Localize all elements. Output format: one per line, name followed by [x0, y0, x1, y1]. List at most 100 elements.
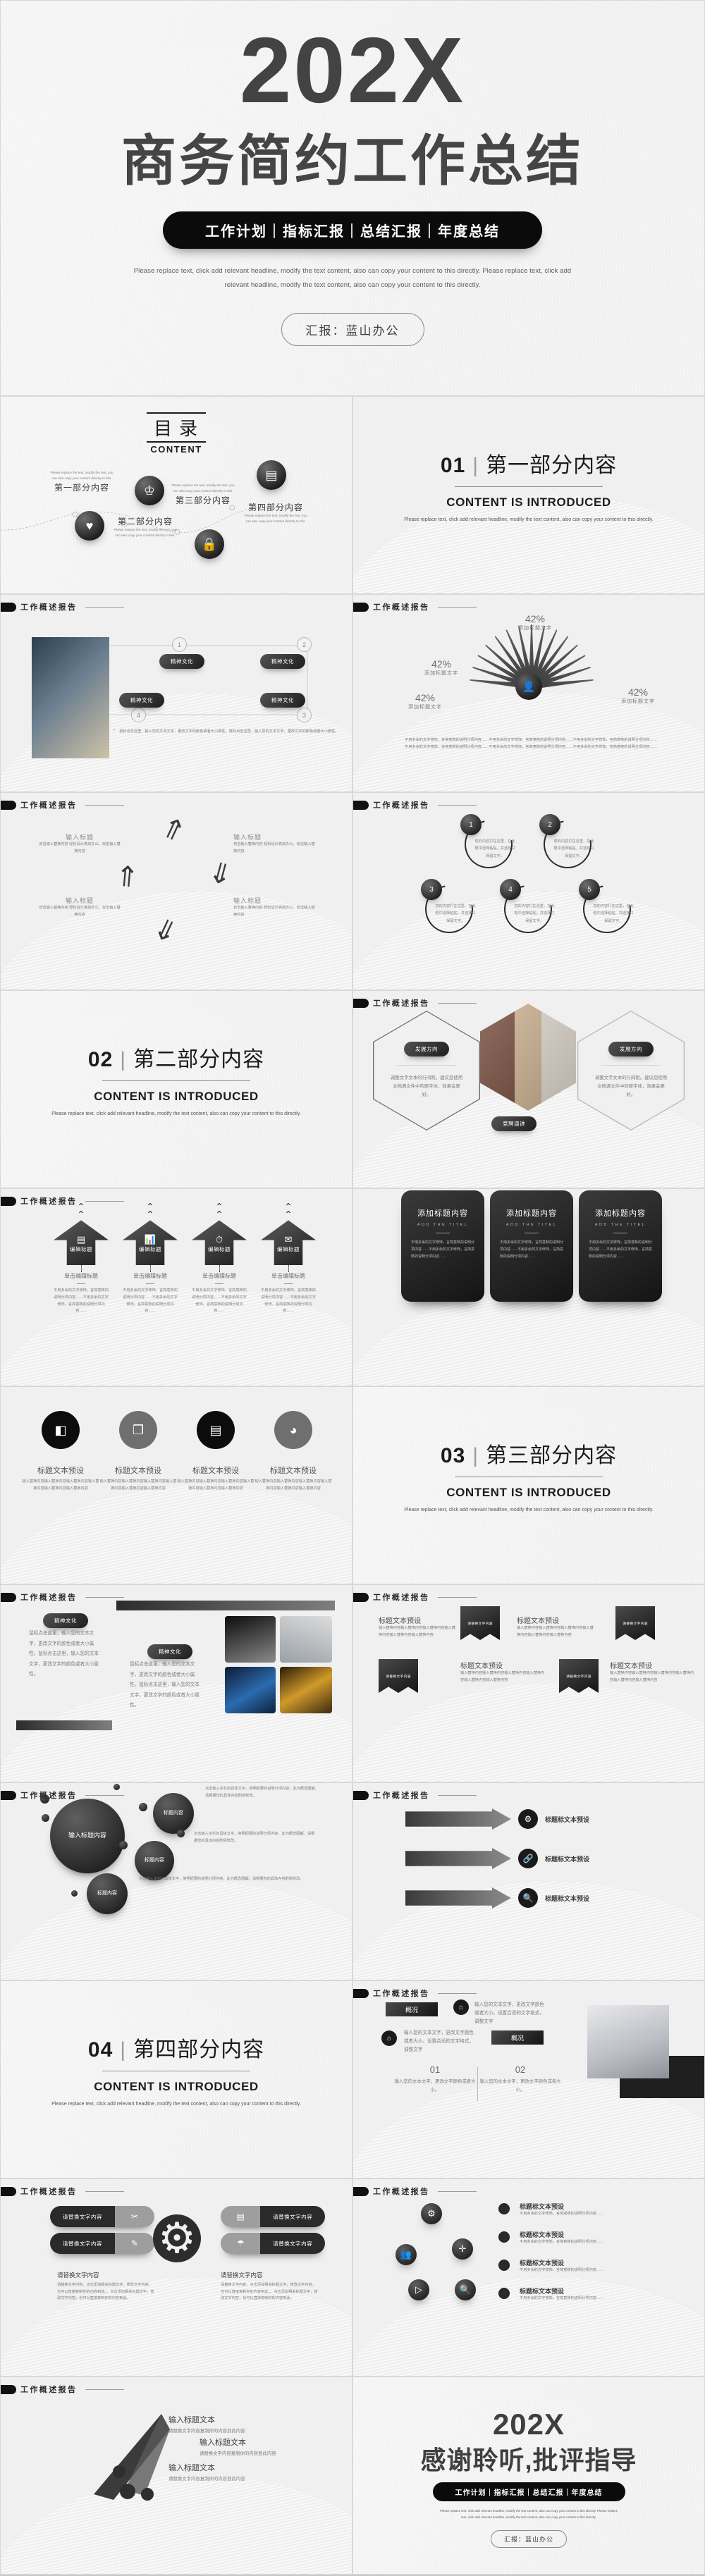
cycle-item-4[interactable]: 输入标题 双击输入替换内容 轻松设计高效办公。双击输入替换内容: [233, 896, 315, 918]
arrow-row-3[interactable]: 🔍 标题标文本预设: [405, 1887, 589, 1909]
feather-item-3[interactable]: 输入标题文本 请替换文字内容复制你的内容到此内容: [168, 2462, 302, 2484]
circle-item-title: 标题文本预设: [37, 1467, 84, 1475]
gear-pill-4[interactable]: 请替换文字内容 ☂: [221, 2233, 325, 2254]
arrow-row-2[interactable]: 🔗 标题标文本预设: [405, 1848, 589, 1869]
circle-item-title: 标题文本预设: [270, 1467, 317, 1475]
quadrant-pill-3[interactable]: 精神文化: [260, 693, 305, 708]
dark-card-3[interactable]: 添加标题内容 ADD THE TITEL 不用多余的文字修饰，言简意赅的说明分项…: [579, 1190, 662, 1302]
book-item-3[interactable]: 标题文本预设 输入替换内容输入替换内容输入替换内容输入替换内容输入替换内容输入替…: [460, 1660, 545, 1684]
book-item-2[interactable]: 标题文本预设 输入替换内容输入替换内容输入替换内容输入替换内容输入替换内容输入替…: [517, 1615, 596, 1639]
circle-item-desc: 输入替换内容输入替换内容输入替换内容输入替换内容输入替换内容输入替换内容: [99, 1479, 177, 1491]
cycle-item-desc: 双击输入替换内容 轻松设计高效办公。双击输入替换内容: [39, 906, 121, 917]
arrow-row-title: 标题标文本预设: [545, 1816, 590, 1823]
gallery-pill-right[interactable]: 精神文化: [147, 1644, 192, 1659]
arrow-shape: [405, 1808, 511, 1830]
up-arrow-desc: 不用多余的文字修饰，言简意赅的说明分项内容……不用多余的文字修饰，言简意赅的说明…: [54, 1288, 109, 1314]
circle-icon-item-3[interactable]: ▤ 标题文本预设 输入替换内容输入替换内容输入替换内容输入替换内容输入替换内容输…: [177, 1411, 255, 1492]
quadrant-pill-4[interactable]: 精神文化: [119, 693, 164, 708]
gear-block-title: 请替换文字内容: [221, 2272, 263, 2279]
overview-stat-desc: 输入您的文本文字，更改文字颜色或者大小。: [394, 2079, 476, 2093]
cycle-arrow-bottom-icon: ⇗: [149, 911, 183, 949]
dark-card-2[interactable]: 添加标题内容 ADD THE TITEL 不用多余的文字修饰，言简意赅的说明分项…: [490, 1190, 573, 1302]
gallery-bottom-bar: [16, 1720, 112, 1730]
book-item-4[interactable]: 标题文本预设 输入替换内容输入替换内容输入替换内容输入替换内容输入替换内容输入替…: [610, 1660, 694, 1684]
gear-pill-3[interactable]: 请替换文字内容 ✎: [50, 2233, 154, 2254]
dark-card-1[interactable]: 添加标题内容 ADD THE TITEL 不用多余的文字修饰，言简意赅的说明分项…: [401, 1190, 484, 1302]
thanks-title: 感谢聆听,批评指导: [420, 2445, 637, 2475]
card-desc: 不用多余的文字修饰，言简意赅的说明分项内容……不用多余的文字修饰，言简意赅的说明…: [589, 1240, 653, 1259]
overview-pill-b[interactable]: 概况: [491, 2030, 544, 2045]
people-icon: 👥: [396, 2244, 417, 2265]
feather-item-1[interactable]: 输入标题文本 请替换文字内容复制你的内容到此内容: [168, 2414, 302, 2436]
trophy-icon: ♔: [135, 476, 164, 505]
slide-network: 工作概述报告 ⚙ 👥 ✛ ▷ 🔍 标题标文本预设 不用多余的文字修饰，言简意赅的…: [352, 2178, 705, 2377]
book-desc: 输入替换内容输入替换内容输入替换内容输入替换内容输入替换内容输入替换内容: [610, 1671, 694, 1682]
hexagon-center-photo: 竞聘演讲: [480, 1004, 576, 1131]
card-title: 添加标题内容: [417, 1209, 468, 1218]
feather-title: 输入标题文本: [168, 2416, 215, 2424]
slide-header: 工作概述报告: [1, 1195, 342, 1207]
monitor-icon: ▤: [257, 460, 286, 490]
divider-subtitle: CONTENT IS INTRODUCED: [446, 1486, 611, 1499]
header-title: 工作概述报告: [20, 603, 78, 612]
bubble-main[interactable]: 输入标题内容: [50, 1799, 125, 1873]
desk-photo: [587, 2005, 669, 2078]
book-photo: [32, 637, 109, 758]
gallery-pill-left[interactable]: 精神文化: [43, 1613, 88, 1628]
up-arrow-item-3[interactable]: ⌃ ⌃ ⏱ 编辑标题 单击编辑标题 不用多余的文字修饰，言简意赅的说明分项内容………: [191, 1202, 247, 1315]
arrow-row-1[interactable]: ⚙ 标题标文本预设: [405, 1808, 589, 1830]
hexagon-center-pill[interactable]: 竞聘演讲: [491, 1116, 537, 1131]
up-arrow-sub: 单击编辑标题: [133, 1273, 167, 1280]
header-cap-icon: [1, 1790, 16, 1800]
network-item-3[interactable]: 标题标文本预设 不用多余的文字修饰，言简意赅的说明分项内容……: [520, 2258, 639, 2274]
up-arrow-item-2[interactable]: ⌃ ⌃ 📊 编辑标题 单击编辑标题 不用多余的文字修饰，言简意赅的说明分项内容………: [122, 1202, 178, 1315]
bubble-3[interactable]: 标题内容: [87, 1873, 128, 1914]
header-rule: [85, 2389, 125, 2390]
overview-pill-a[interactable]: 概况: [386, 2002, 438, 2016]
gear-pill-label: 请替换文字内容: [62, 2213, 102, 2220]
header-title: 工作概述报告: [373, 2188, 430, 2196]
divider-title: 第一部分内容: [486, 454, 618, 477]
header-title: 工作概述报告: [20, 1594, 78, 1602]
quadrant-pill-2[interactable]: 精神文化: [260, 654, 305, 669]
up-arrow-item-4[interactable]: ⌃ ⌃ ✉ 编辑标题 单击编辑标题 不用多余的文字修饰，言简意赅的说明分项内容………: [260, 1202, 317, 1315]
circle-icon-item-1[interactable]: ◧ 标题文本预设 输入替换内容输入替换内容输入替换内容输入替换内容输入替换内容输…: [22, 1411, 99, 1492]
hero-title: 商务简约工作总结: [121, 129, 584, 192]
hero-presenter: 汇报：蓝山办公: [281, 313, 424, 347]
hexagon-left-pill[interactable]: 发展方向: [404, 1042, 449, 1057]
slide-fan-chart: 工作概述报告 👤 42% 添加标题文字 42% 添加标题文字 42% 添加标题文…: [352, 594, 705, 792]
bubble-desc-1: 点击输入本栏的具体文字，简明扼要的说明分项内容，此为概念图解，请根据您的具体内容…: [205, 1787, 319, 1798]
catalog-item-2[interactable]: 第二部分内容 Please replace the text, modify t…: [106, 515, 184, 538]
cycle-item-1[interactable]: 输入标题 双击输入替换内容 轻松设计高效办公。双击输入替换内容: [39, 832, 121, 855]
hexagon-right-pill[interactable]: 发展方向: [608, 1042, 654, 1057]
network-item-title: 标题标文本预设: [520, 2203, 565, 2210]
catalog-item-1[interactable]: Please replace the text, modify the text…: [43, 470, 121, 493]
catalog-item-4[interactable]: 第四部分内容 Please replace the text, modify t…: [233, 501, 318, 524]
gear-pill-2[interactable]: 请替换文字内容 ▤: [221, 2206, 325, 2227]
catalog-item-3[interactable]: Please replace the text, modify the text…: [164, 483, 242, 506]
circle-icon-item-2[interactable]: ❐ 标题文本预设 输入替换内容输入替换内容输入替换内容输入替换内容输入替换内容输…: [99, 1411, 177, 1492]
cycle-item-3[interactable]: 输入标题 双击输入替换内容 轻松设计高效办公。双击输入替换内容: [39, 896, 121, 918]
book-item-1[interactable]: 标题文本预设 输入替换内容输入替换内容输入替换内容输入替换内容输入替换内容输入替…: [379, 1615, 458, 1639]
slide-row: ◧ 标题文本预设 输入替换内容输入替换内容输入替换内容输入替换内容输入替换内容输…: [0, 1386, 705, 1584]
circle-icon-item-4[interactable]: ◕ 标题文本预设 输入替换内容输入替换内容输入替换内容输入替换内容输入替换内容输…: [255, 1411, 332, 1492]
network-item-2[interactable]: 标题标文本预设 不用多余的文字修饰，言简意赅的说明分项内容……: [520, 2230, 639, 2246]
header-cap-icon: [1, 1592, 16, 1602]
network-item-desc: 不用多余的文字修饰，言简意赅的说明分项内容……: [520, 2212, 604, 2216]
circle-item-desc: 输入替换内容输入替换内容输入替换内容输入替换内容输入替换内容输入替换内容: [177, 1479, 255, 1491]
quadrant-pill-1[interactable]: 精神文化: [159, 654, 204, 669]
plus-icon: ✛: [452, 2238, 473, 2260]
fan-value: 42%: [627, 686, 649, 698]
network-item-1[interactable]: 标题标文本预设 不用多余的文字修饰，言简意赅的说明分项内容……: [520, 2202, 639, 2218]
header-rule: [85, 804, 125, 806]
bubble-2[interactable]: 标题内容: [135, 1841, 174, 1880]
gear-pill-1[interactable]: 请替换文字内容 ✂: [50, 2206, 154, 2227]
gallery-photo-1: [225, 1616, 276, 1663]
bubble-dot: [177, 1830, 185, 1837]
header-rule: [85, 2190, 125, 2192]
up-arrow-item-1[interactable]: ⌃ ⌃ ▤ 编辑标题 单击编辑标题 不用多余的文字修饰，言简意赅的说明分项内容………: [53, 1202, 109, 1315]
ring-desc: 您的内容打在这里，在此框中选择粘贴，并选择只保留文字。: [593, 904, 634, 923]
cycle-item-2[interactable]: 输入标题 双击输入替换内容 轻松设计高效办公。双击输入替换内容: [233, 832, 315, 855]
feather-item-2[interactable]: 输入标题文本 请替换文字内容复制你的内容到此内容: [200, 2436, 333, 2458]
network-item-4[interactable]: 标题标文本预设 不用多余的文字修饰，言简意赅的说明分项内容……: [520, 2286, 639, 2303]
